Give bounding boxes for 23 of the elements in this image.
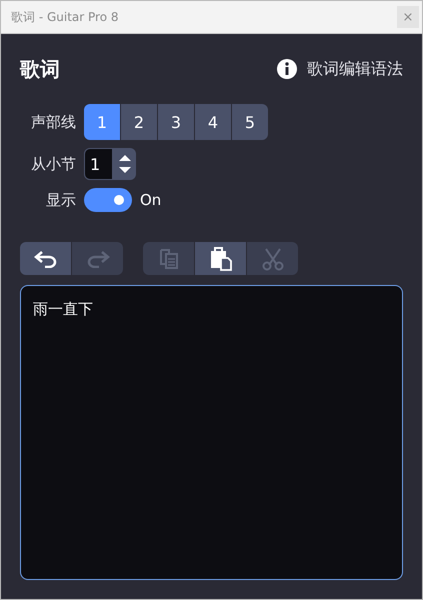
- undo-icon: [34, 250, 58, 268]
- scissors-icon: [262, 246, 284, 270]
- redo-icon: [86, 250, 110, 268]
- undo-button[interactable]: [20, 242, 71, 275]
- toggle-state: On: [140, 191, 162, 209]
- copy-icon: [158, 248, 180, 270]
- paste-button[interactable]: [195, 242, 246, 275]
- display-toggle[interactable]: [84, 188, 132, 212]
- spin-arrows-icon: [118, 152, 132, 176]
- paste-icon: [208, 246, 232, 270]
- info-icon: [277, 59, 297, 79]
- syntax-help-link[interactable]: 歌词编辑语法: [307, 58, 403, 80]
- voice-label: 声部线: [30, 112, 76, 132]
- start-bar-label: 从小节: [30, 154, 76, 174]
- window-title: 歌词 - Guitar Pro 8: [11, 8, 118, 26]
- display-label: 显示: [45, 190, 76, 210]
- voice-option[interactable]: 3: [158, 104, 194, 140]
- panel-heading: 歌词: [20, 56, 60, 82]
- bar-spinbox[interactable]: 1: [84, 148, 136, 180]
- voice-option[interactable]: 4: [195, 104, 231, 140]
- voice-option[interactable]: 2: [121, 104, 157, 140]
- voice-option[interactable]: 5: [232, 104, 268, 140]
- lyrics-editor[interactable]: 雨一直下: [20, 285, 403, 580]
